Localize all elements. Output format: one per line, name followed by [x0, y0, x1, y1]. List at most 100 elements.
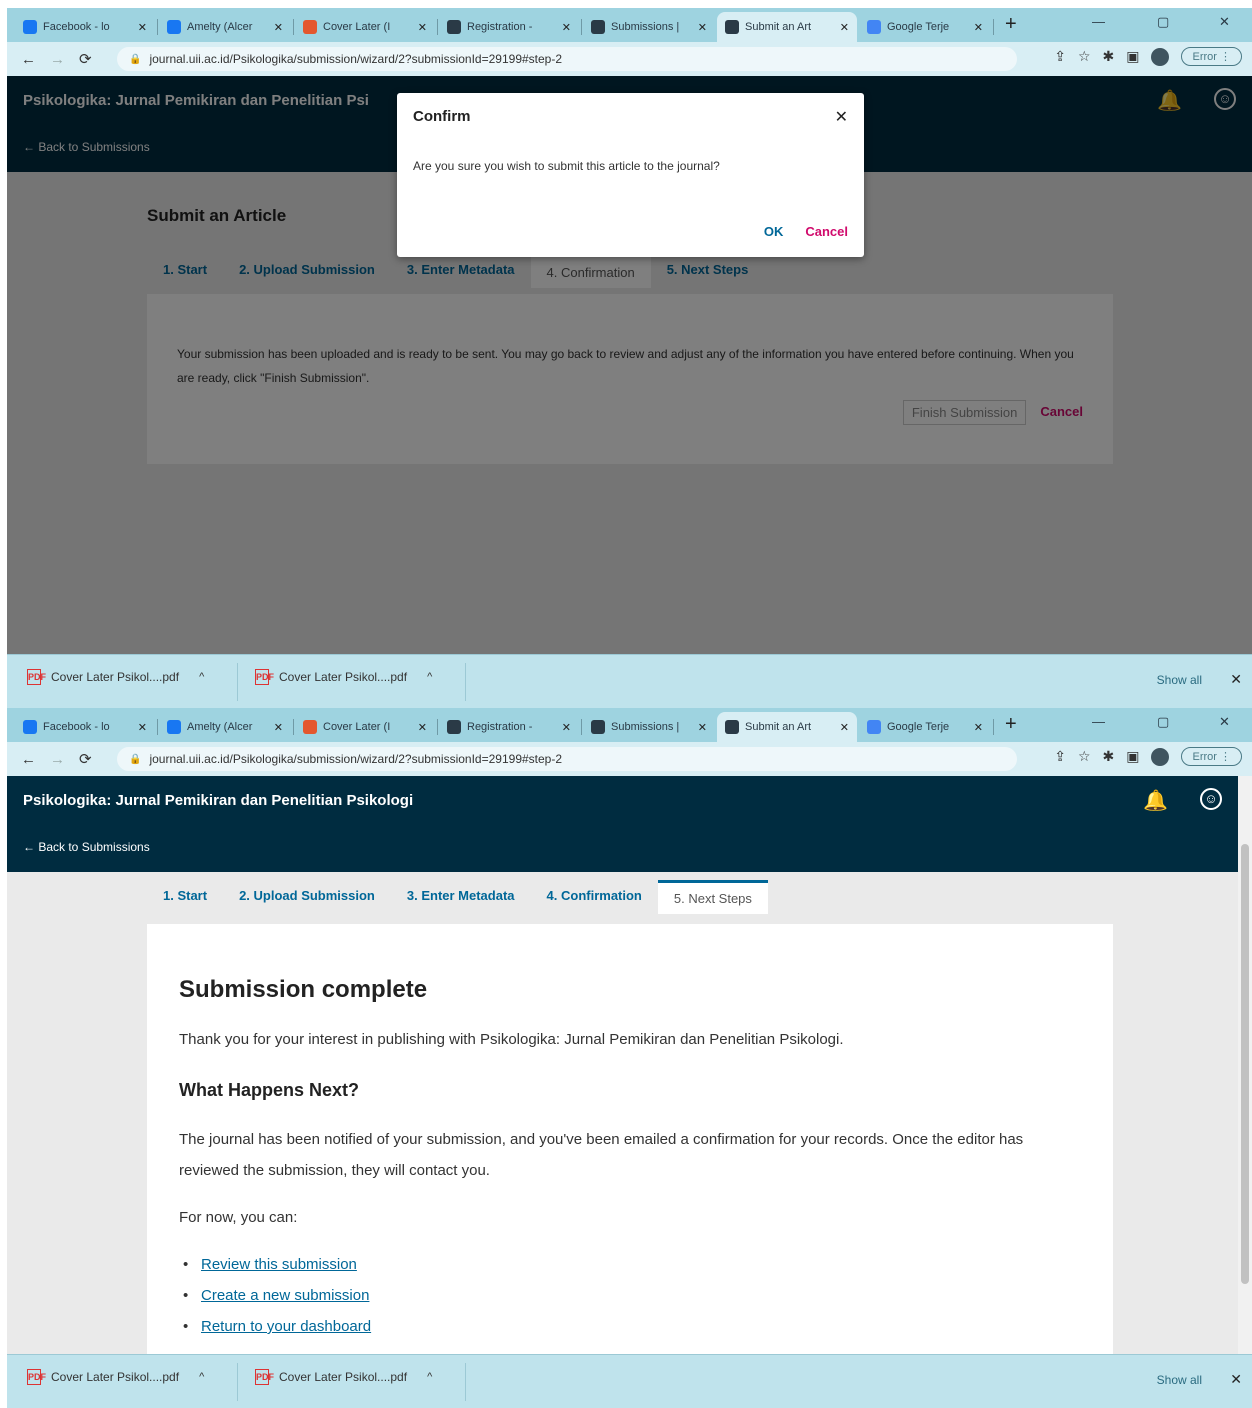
profile-avatar[interactable] — [1151, 47, 1170, 66]
browser-tab-submit-article[interactable]: Submit an Art ✕ — [717, 12, 857, 42]
close-tab-icon[interactable]: ✕ — [840, 21, 849, 34]
close-icon[interactable]: ✕ — [835, 107, 848, 127]
pdf-icon: PDF — [27, 669, 46, 685]
close-tab-icon[interactable]: ✕ — [698, 21, 707, 34]
browser-tab-registration[interactable]: Registration - ✕ — [439, 12, 579, 42]
close-tab-icon[interactable]: ✕ — [562, 21, 571, 34]
return-to-dashboard-link[interactable]: Return to your dashboard — [201, 1318, 371, 1335]
maximize-button[interactable]: ▢ — [1157, 14, 1169, 30]
chevron-up-icon[interactable]: ^ — [427, 1371, 432, 1383]
address-input[interactable]: 🔒 journal.uii.ac.id/Psikologika/submissio… — [117, 47, 1017, 71]
dialog-cancel-button[interactable]: Cancel — [805, 224, 848, 239]
side-panel-icon[interactable]: ▣ — [1126, 748, 1139, 765]
confirm-dialog: Confirm ✕ Are you sure you wish to submi… — [397, 93, 864, 257]
browser-tab-cover-later[interactable]: Cover Later (I ✕ — [295, 712, 435, 742]
forward-arrow-icon[interactable]: → — [50, 51, 65, 68]
site-title[interactable]: Psikologika: Jurnal Pemikiran dan Peneli… — [23, 792, 413, 809]
maximize-button[interactable]: ▢ — [1157, 714, 1169, 730]
new-tab-button[interactable]: + — [1005, 13, 1017, 36]
tab-confirmation[interactable]: 4. Confirmation — [531, 880, 658, 914]
close-tab-icon[interactable]: ✕ — [274, 721, 283, 734]
user-icon[interactable]: ☺ — [1200, 788, 1222, 810]
download-item[interactable]: PDF Cover Later Psikol....pdf ^ — [255, 669, 432, 685]
ok-button[interactable]: OK — [764, 224, 784, 239]
browser-tab-submissions[interactable]: Submissions | ✕ — [583, 712, 715, 742]
thank-you-text: Thank you for your interest in publishin… — [179, 1031, 844, 1048]
star-icon[interactable]: ☆ — [1078, 748, 1091, 765]
browser-tab-amelty[interactable]: Amelty (Alcer ✕ — [159, 712, 291, 742]
download-item[interactable]: PDF Cover Later Psikol....pdf ^ — [27, 1369, 204, 1385]
browser-tab-google[interactable]: Google Terje ✕ — [859, 712, 991, 742]
back-arrow-icon[interactable]: ← — [21, 51, 36, 68]
close-tab-icon[interactable]: ✕ — [418, 21, 427, 34]
browser-tab-registration[interactable]: Registration - ✕ — [439, 712, 579, 742]
close-window-button[interactable]: ✕ — [1219, 714, 1230, 730]
back-arrow-icon[interactable]: ← — [21, 751, 36, 768]
facebook-favicon-icon — [23, 20, 37, 34]
bell-icon[interactable]: 🔔 — [1143, 788, 1168, 813]
lock-icon: 🔒 — [129, 753, 142, 765]
browser-tab-submissions[interactable]: Submissions | ✕ — [583, 12, 715, 42]
tab-upload-submission[interactable]: 2. Upload Submission — [223, 880, 391, 914]
close-tab-icon[interactable]: ✕ — [562, 721, 571, 734]
ojs-favicon-icon — [725, 20, 739, 34]
facebook-favicon-icon — [23, 720, 37, 734]
app-header: Psikologika: Jurnal Pemikiran dan Peneli… — [7, 776, 1238, 872]
download-item[interactable]: PDF Cover Later Psikol....pdf ^ — [27, 669, 204, 685]
error-button[interactable]: Error ⋮ — [1181, 747, 1242, 766]
back-to-submissions-link[interactable]: ← Back to Submissions — [23, 840, 150, 854]
error-button[interactable]: Error ⋮ — [1181, 47, 1242, 66]
address-input[interactable]: 🔒 journal.uii.ac.id/Psikologika/submissio… — [117, 747, 1017, 771]
chevron-up-icon[interactable]: ^ — [199, 1371, 204, 1383]
close-tab-icon[interactable]: ✕ — [698, 721, 707, 734]
chevron-up-icon[interactable]: ^ — [199, 671, 204, 683]
pdf-icon: PDF — [27, 1369, 46, 1385]
close-tab-icon[interactable]: ✕ — [274, 21, 283, 34]
minimize-button[interactable]: — — [1092, 14, 1105, 29]
close-tab-icon[interactable]: ✕ — [974, 21, 983, 34]
tab-start[interactable]: 1. Start — [147, 880, 223, 914]
tab-enter-metadata[interactable]: 3. Enter Metadata — [391, 880, 531, 914]
forward-arrow-icon[interactable]: → — [50, 751, 65, 768]
profile-avatar[interactable] — [1151, 747, 1170, 766]
ojs-favicon-icon — [591, 20, 605, 34]
browser-tab-cover-later[interactable]: Cover Later (I ✕ — [295, 12, 435, 42]
reload-icon[interactable]: ⟳ — [79, 50, 92, 68]
lock-icon: 🔒 — [129, 53, 142, 65]
minimize-button[interactable]: — — [1092, 714, 1105, 729]
new-tab-button[interactable]: + — [1005, 713, 1017, 736]
chevron-up-icon[interactable]: ^ — [427, 671, 432, 683]
close-tab-icon[interactable]: ✕ — [138, 21, 147, 34]
side-panel-icon[interactable]: ▣ — [1126, 48, 1139, 65]
show-all-downloads-link[interactable]: Show all — [1157, 673, 1202, 687]
close-icon[interactable]: ✕ — [1230, 1371, 1242, 1388]
share-icon[interactable]: ⇪ — [1054, 748, 1066, 765]
browser-tab-amelty[interactable]: Amelty (Alcer ✕ — [159, 12, 291, 42]
browser-tab-facebook[interactable]: Facebook - lo ✕ — [15, 12, 155, 42]
browser-tab-facebook[interactable]: Facebook - lo ✕ — [15, 712, 155, 742]
close-tab-icon[interactable]: ✕ — [418, 721, 427, 734]
star-icon[interactable]: ☆ — [1078, 48, 1091, 65]
tab-next-steps[interactable]: 5. Next Steps — [657, 880, 768, 914]
page-scrollbar[interactable] — [1238, 776, 1252, 1354]
submission-complete-heading: Submission complete — [179, 976, 428, 1003]
browser-tab-submit-article[interactable]: Submit an Art ✕ — [717, 712, 857, 742]
close-icon[interactable]: ✕ — [1230, 671, 1242, 688]
show-all-downloads-link[interactable]: Show all — [1157, 1373, 1202, 1387]
create-new-submission-link[interactable]: Create a new submission — [201, 1287, 369, 1304]
extensions-icon[interactable]: ✱ — [1103, 48, 1115, 65]
close-tab-icon[interactable]: ✕ — [974, 721, 983, 734]
scrollbar-thumb[interactable] — [1241, 844, 1249, 1284]
extensions-icon[interactable]: ✱ — [1103, 748, 1115, 765]
close-tab-icon[interactable]: ✕ — [138, 721, 147, 734]
browser-tab-strip: Facebook - lo ✕ Amelty (Alcer ✕ Cover Late… — [7, 708, 1252, 742]
share-icon[interactable]: ⇪ — [1054, 48, 1066, 65]
close-tab-icon[interactable]: ✕ — [840, 721, 849, 734]
close-window-button[interactable]: ✕ — [1219, 14, 1230, 30]
download-item[interactable]: PDF Cover Later Psikol....pdf ^ — [255, 1369, 432, 1385]
review-submission-link[interactable]: Review this submission — [201, 1256, 357, 1273]
pdf-icon: PDF — [255, 1369, 274, 1385]
reload-icon[interactable]: ⟳ — [79, 750, 92, 768]
next-actions-list: Review this submission Create a new subm… — [179, 1249, 371, 1342]
browser-tab-google[interactable]: Google Terje ✕ — [859, 12, 991, 42]
